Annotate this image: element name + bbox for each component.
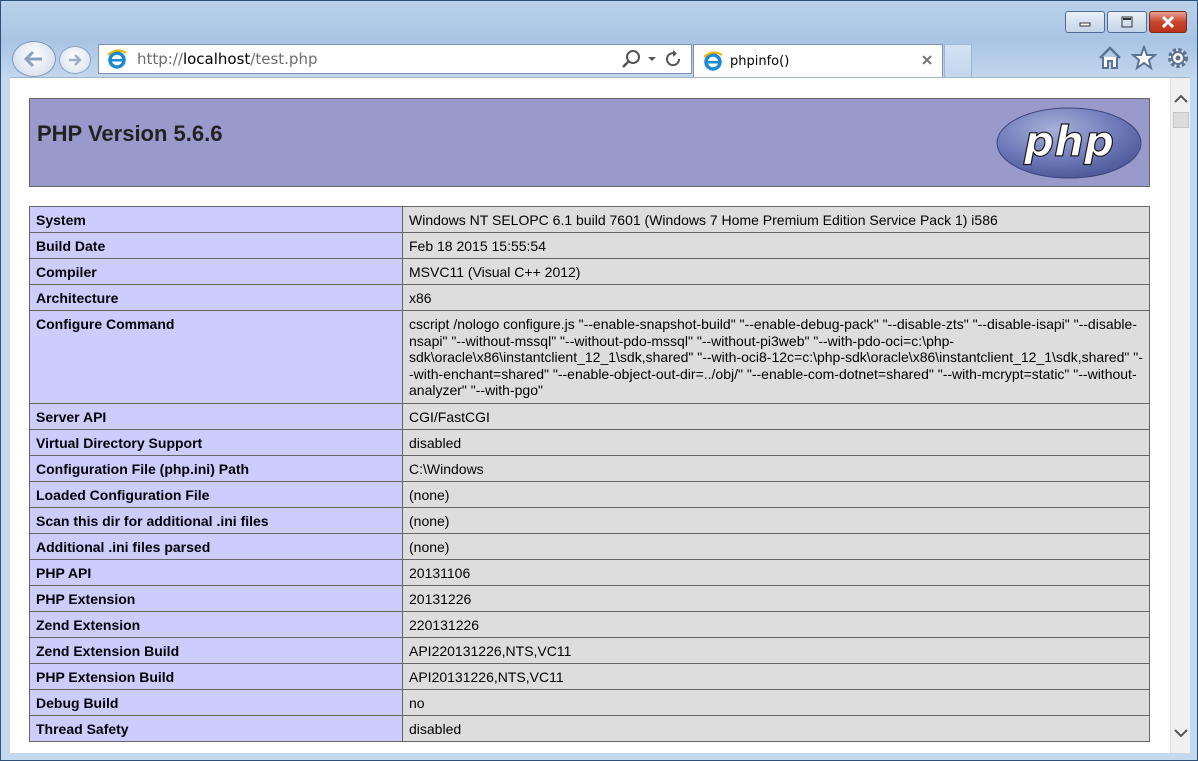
table-row: Zend Extension 220131226 [29, 610, 1150, 638]
table-row: PHP Extension 20131226 [29, 584, 1150, 612]
info-key: Virtual Directory Support [29, 428, 403, 456]
window-controls [1063, 11, 1187, 33]
info-value: 20131106 [402, 558, 1150, 586]
info-value: no [402, 688, 1150, 716]
new-tab-button[interactable] [944, 44, 972, 77]
info-key: PHP Extension Build [29, 662, 403, 690]
info-value: x86 [402, 284, 1150, 311]
home-icon[interactable] [1097, 45, 1123, 71]
info-key: Architecture [29, 284, 403, 311]
page-title: PHP Version 5.6.6 [37, 121, 223, 146]
page-viewport[interactable]: PHP Version 5.6.6 php System Windows NT S… [10, 77, 1190, 753]
info-value: (none) [402, 480, 1150, 508]
info-value: 220131226 [402, 610, 1150, 638]
table-row: PHP API 20131106 [29, 558, 1150, 586]
close-window-button[interactable] [1149, 11, 1187, 33]
info-key: Configuration File (php.ini) Path [29, 454, 403, 482]
refresh-icon[interactable] [663, 49, 683, 69]
info-key: PHP API [29, 558, 403, 586]
phpinfo-content: PHP Version 5.6.6 php System Windows NT S… [29, 98, 1150, 742]
search-icon[interactable] [621, 49, 641, 69]
address-bar[interactable]: http://localhost/test.php [98, 44, 692, 74]
info-key: Debug Build [29, 688, 403, 716]
info-value: 20131226 [402, 584, 1150, 612]
close-tab-icon[interactable] [920, 53, 934, 72]
tab-phpinfo[interactable]: phpinfo() [693, 44, 943, 77]
table-row: Debug Build no [29, 688, 1150, 716]
ie-logo-icon [703, 51, 723, 71]
info-value: cscript /nologo configure.js "--enable-s… [402, 310, 1150, 404]
info-key: Compiler [29, 258, 403, 285]
php-info-table: System Windows NT SELOPC 6.1 build 7601 (… [29, 206, 1150, 742]
info-key: Scan this dir for additional .ini files [29, 506, 403, 534]
info-value: Feb 18 2015 15:55:54 [402, 232, 1150, 259]
table-row: Configure Command cscript /nologo configu… [29, 310, 1150, 404]
address-controls [615, 49, 683, 69]
table-row: Thread Safety disabled [29, 714, 1150, 742]
table-row: Build Date Feb 18 2015 15:55:54 [29, 232, 1150, 259]
dropdown-arrow-icon[interactable] [647, 49, 657, 69]
info-value: disabled [402, 714, 1150, 742]
scrollbar-thumb[interactable] [1173, 112, 1189, 128]
table-row: Compiler MSVC11 (Visual C++ 2012) [29, 258, 1150, 285]
table-row: Zend Extension Build API220131226,NTS,VC1… [29, 636, 1150, 664]
ie-logo-icon [107, 49, 127, 69]
info-key: Additional .ini files parsed [29, 532, 403, 560]
browser-window: http://localhost/test.php phpinfo() PHP … [0, 0, 1198, 761]
info-value: CGI/FastCGI [402, 402, 1150, 430]
info-value: (none) [402, 532, 1150, 560]
info-value: API20131226,NTS,VC11 [402, 662, 1150, 690]
maximize-button[interactable] [1107, 11, 1147, 33]
info-value: Windows NT SELOPC 6.1 build 7601 (Window… [402, 206, 1150, 233]
info-value: disabled [402, 428, 1150, 456]
info-key: System [29, 206, 403, 233]
scroll-down-arrow-icon[interactable] [1174, 726, 1188, 740]
table-row: System Windows NT SELOPC 6.1 build 7601 (… [29, 206, 1150, 233]
favorites-star-icon[interactable] [1131, 45, 1157, 71]
info-key: Build Date [29, 232, 403, 259]
info-value: MSVC11 (Visual C++ 2012) [402, 258, 1150, 285]
table-row: Configuration File (php.ini) Path C:\Wind… [29, 454, 1150, 482]
info-key: Loaded Configuration File [29, 480, 403, 508]
php-logo-icon: php [996, 107, 1142, 179]
close-icon [1161, 16, 1175, 28]
maximize-icon [1121, 16, 1133, 28]
info-key: Zend Extension [29, 610, 403, 638]
forward-arrow-icon [69, 54, 82, 66]
info-key: Configure Command [29, 310, 403, 404]
vertical-scrollbar[interactable] [1170, 78, 1190, 753]
minimize-button[interactable] [1065, 11, 1105, 33]
table-row: Server API CGI/FastCGI [29, 402, 1150, 430]
table-row: Virtual Directory Support disabled [29, 428, 1150, 456]
tab-title: phpinfo() [730, 53, 790, 69]
back-button[interactable] [12, 41, 56, 77]
forward-button[interactable] [59, 46, 91, 74]
table-row: Scan this dir for additional .ini files(… [29, 506, 1150, 534]
info-value: API220131226,NTS,VC11 [402, 636, 1150, 664]
url-text[interactable]: http://localhost/test.php [137, 50, 317, 68]
settings-gear-icon[interactable] [1165, 45, 1191, 71]
table-row: Additional .ini files parsed (none) [29, 532, 1150, 560]
navigation-bar: http://localhost/test.php phpinfo() [1, 41, 1197, 77]
info-key: Thread Safety [29, 714, 403, 742]
php-version-header: PHP Version 5.6.6 php [29, 98, 1150, 187]
table-row: Loaded Configuration File (none) [29, 480, 1150, 508]
toolbar-icons [1089, 45, 1191, 71]
php-logo-text: php [1023, 117, 1114, 166]
info-key: PHP Extension [29, 584, 403, 612]
info-key: Server API [29, 402, 403, 430]
info-value: (none) [402, 506, 1150, 534]
minimize-icon [1079, 22, 1091, 27]
info-key: Zend Extension Build [29, 636, 403, 664]
info-value: C:\Windows [402, 454, 1150, 482]
table-row: PHP Extension Build API20131226,NTS,VC11 [29, 662, 1150, 690]
table-row: Architecture x86 [29, 284, 1150, 311]
back-arrow-icon [23, 50, 42, 68]
scroll-up-arrow-icon[interactable] [1174, 92, 1188, 106]
